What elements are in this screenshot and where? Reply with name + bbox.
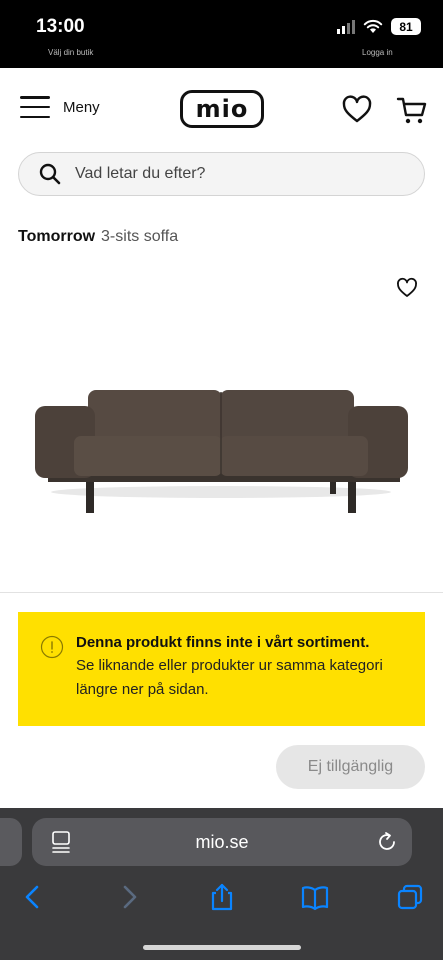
url-text: mio.se bbox=[195, 831, 249, 852]
cellular-signal-icon bbox=[337, 19, 355, 34]
tabs-icon[interactable] bbox=[395, 882, 425, 912]
site-header: Meny mio bbox=[0, 68, 443, 152]
home-indicator bbox=[143, 945, 301, 950]
menu-label: Meny bbox=[63, 98, 100, 116]
status-icons: 81 bbox=[337, 18, 421, 35]
notice-text: Se liknande eller produkter ur samma kat… bbox=[76, 657, 383, 698]
share-icon[interactable] bbox=[207, 882, 237, 912]
battery-indicator: 81 bbox=[391, 18, 421, 35]
wishlist-heart-icon[interactable] bbox=[341, 94, 373, 126]
product-name: Tomorrow bbox=[18, 228, 96, 245]
cart-icon[interactable] bbox=[396, 94, 428, 126]
unavailable-button: Ej tillgänglig bbox=[276, 745, 425, 789]
wifi-icon bbox=[363, 19, 383, 33]
search-placeholder: Vad letar du efter? bbox=[75, 165, 206, 182]
unavailable-notice: Denna produkt finns inte i vårt sortimen… bbox=[18, 612, 425, 726]
bookmarks-icon[interactable] bbox=[300, 882, 330, 912]
store-link-peek: Välj din butik bbox=[48, 48, 94, 57]
product-image-sofa bbox=[35, 390, 408, 513]
page-menu-icon[interactable] bbox=[50, 830, 72, 854]
menu-button[interactable]: Meny bbox=[20, 96, 100, 118]
previous-tab-peek[interactable] bbox=[0, 818, 22, 866]
info-icon bbox=[40, 635, 64, 659]
search-icon bbox=[39, 163, 61, 185]
login-link-peek: Logga in bbox=[362, 48, 393, 57]
forward-icon[interactable] bbox=[114, 882, 144, 912]
notice-title: Denna produkt finns inte i vårt sortimen… bbox=[76, 634, 370, 651]
product-title: Tomorrow 3-sits soffa bbox=[18, 228, 178, 246]
address-bar[interactable]: mio.se bbox=[32, 818, 412, 866]
search-bar[interactable]: Vad letar du efter? bbox=[18, 152, 425, 196]
favorite-heart-icon[interactable] bbox=[396, 277, 418, 299]
status-time: 13:00 bbox=[36, 16, 85, 37]
product-subtitle: 3-sits soffa bbox=[101, 228, 179, 245]
section-divider bbox=[0, 592, 443, 593]
reload-icon[interactable] bbox=[376, 831, 398, 853]
status-bar: 13:00 Välj din butik Logga in 81 bbox=[0, 0, 443, 68]
hamburger-icon bbox=[20, 96, 50, 118]
back-icon[interactable] bbox=[18, 882, 48, 912]
mio-logo[interactable]: mio bbox=[180, 90, 264, 128]
